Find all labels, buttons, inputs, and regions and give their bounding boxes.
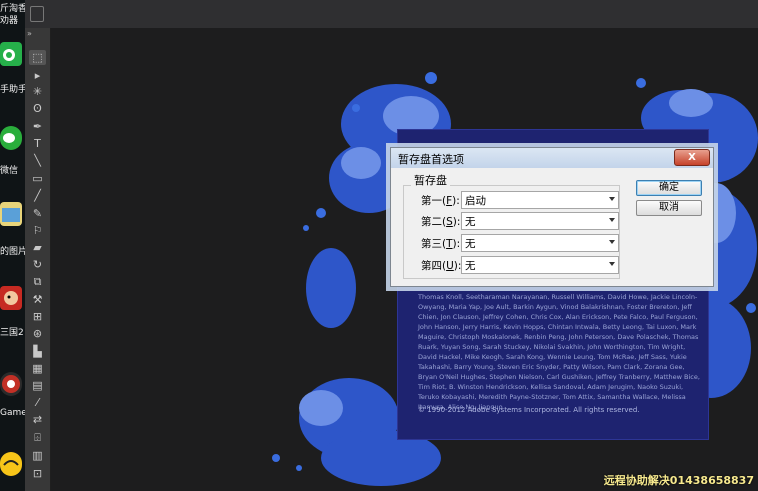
options-bar [25, 0, 758, 29]
chevron-down-icon [609, 262, 615, 266]
clip-icon[interactable]: ⌹ [29, 430, 46, 445]
group-label: 暂存盘 [411, 172, 450, 188]
second-disk-label: 第二(S): [421, 216, 461, 228]
chevron-down-icon [609, 197, 615, 201]
copyright-text: © 1990-2012 Adobe Systems Incorporated. … [418, 406, 640, 414]
first-disk-value: 启动 [465, 195, 486, 207]
scratch-disk-dialog: 暂存盘首选项 X 暂存盘 第一(F): 启动 第二(S): 无 第三(T): 无… [390, 147, 714, 287]
third-disk-select[interactable]: 无 [461, 234, 619, 252]
first-disk-label: 第一(F): [421, 195, 460, 207]
second-disk-select[interactable]: 无 [461, 212, 619, 230]
eyedropper-icon[interactable]: ⁄ [29, 395, 46, 410]
pen-icon[interactable]: ✒ [29, 119, 46, 134]
pictures-folder-icon[interactable] [0, 202, 22, 226]
desktop-label: 劝器 [0, 16, 19, 26]
dialog-title: 暂存盘首选项 [398, 153, 464, 166]
chevron-down-icon [609, 218, 615, 222]
desktop-label: 手助手 [0, 85, 25, 95]
close-icon: X [688, 152, 696, 163]
selection-tool-icon[interactable]: ▸ [29, 68, 46, 83]
close-button[interactable]: X [674, 149, 710, 166]
3d-icon[interactable]: ⊞ [29, 309, 46, 324]
levels-icon[interactable]: ▙ [29, 344, 46, 359]
magic-wand-icon[interactable]: ✳ [29, 84, 46, 99]
credits-text: Thomas Knoll, Seetharaman Narayanan, Rus… [418, 293, 700, 411]
gradient-icon[interactable]: ▤ [29, 378, 46, 393]
yellow-app-icon[interactable] [0, 452, 22, 476]
ok-button[interactable]: 确定 [636, 180, 702, 196]
line-icon[interactable]: ╲ [29, 153, 46, 168]
type-icon[interactable]: T [29, 136, 46, 151]
dialog-titlebar[interactable]: 暂存盘首选项 X [391, 148, 713, 168]
eraser-icon[interactable]: ▰ [29, 240, 46, 255]
desktop-label: 微信 [0, 166, 19, 176]
desktop-label: 的图片 [0, 247, 25, 257]
game-center-icon[interactable] [0, 372, 22, 396]
remote-assist-watermark: 远程协助解决01438658837 [603, 474, 754, 487]
lasso-icon[interactable]: ʘ [29, 101, 46, 116]
fourth-disk-value: 无 [465, 260, 476, 272]
stamp-icon[interactable]: ⚐ [29, 223, 46, 238]
desktop-label: 三国2 [0, 328, 24, 338]
rotate-icon[interactable]: ↻ [29, 257, 46, 272]
tools-panel: » ⬚ ▸ ✳ ʘ ✒ T ╲ ▭ ╱ ✎ ⚐ ▰ ↻ ⧉ ⚒ ⊞ ⊛ ▙ ▦ … [25, 28, 51, 491]
cancel-button[interactable]: 取消 [636, 200, 702, 216]
brush-icon[interactable]: ╱ [29, 188, 46, 203]
chevron-down-icon [609, 240, 615, 244]
puppet-icon[interactable]: ⚒ [29, 292, 46, 307]
first-disk-select[interactable]: 启动 [461, 191, 619, 209]
sanguo-game-icon[interactable] [0, 286, 22, 310]
panel-control[interactable] [30, 6, 44, 22]
crop-icon[interactable]: ⊡ [29, 466, 46, 481]
transform-icon[interactable]: ⧉ [29, 274, 46, 289]
third-disk-value: 无 [465, 238, 476, 250]
desktop-label: Game [0, 408, 25, 418]
fourth-disk-select[interactable]: 无 [461, 256, 619, 274]
expand-icon[interactable]: » [27, 29, 32, 38]
desktop-strip: 斤淘香 劝器 手助手 微信 的图片 三国2 Game [0, 0, 25, 491]
pencil-icon[interactable]: ✎ [29, 206, 46, 221]
swap-icon[interactable]: ⇄ [29, 412, 46, 427]
fourth-disk-label: 第四(U): [421, 260, 462, 272]
second-disk-value: 无 [465, 216, 476, 228]
wechat-icon[interactable] [0, 126, 22, 150]
rectangle-icon[interactable]: ▭ [29, 171, 46, 186]
grid-icon[interactable]: ▦ [29, 361, 46, 376]
third-disk-label: 第三(T): [421, 238, 461, 250]
mesh-icon[interactable]: ⊛ [29, 326, 46, 341]
helper-app-icon[interactable] [0, 42, 22, 66]
move-tool-icon[interactable]: ⬚ [29, 50, 46, 65]
histogram-icon[interactable]: ▥ [29, 448, 46, 463]
